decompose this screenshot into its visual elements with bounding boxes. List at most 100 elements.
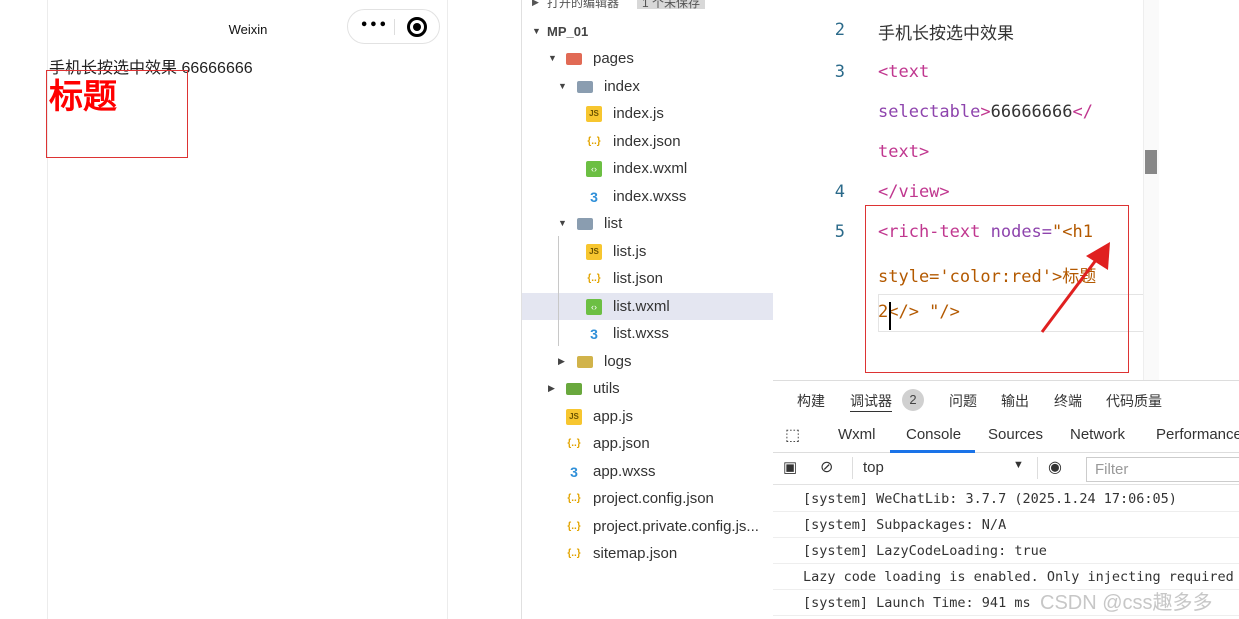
filter-input[interactable]: Filter bbox=[1086, 457, 1239, 482]
tree-indent-guide bbox=[558, 236, 559, 346]
line-number: 2 bbox=[834, 20, 845, 40]
capsule-menu[interactable]: ••• bbox=[347, 9, 440, 44]
tree-item-label: index.wxss bbox=[613, 187, 687, 205]
tab-wxml[interactable]: Wxml bbox=[838, 426, 876, 443]
open-editors-header[interactable]: ▶ 打开的编辑器 1 个未保存 bbox=[522, 0, 773, 14]
eye-icon[interactable]: ◉ bbox=[1048, 457, 1062, 477]
tree-item-index-wxml[interactable]: ‹› index.wxml bbox=[522, 155, 773, 182]
panel-tabs: 构建 调试器 2 问题 输出 终端 代码质量 bbox=[773, 381, 1239, 417]
tree-item-label: list.wxss bbox=[613, 325, 669, 342]
tree-item-label: app.json bbox=[593, 435, 650, 452]
code-line-4[interactable]: </view> bbox=[878, 182, 950, 202]
tab-network[interactable]: Network bbox=[1070, 426, 1125, 443]
project-root[interactable]: ▼ MP_01 bbox=[522, 18, 773, 45]
chevron-right-icon[interactable]: ▶ bbox=[548, 375, 555, 402]
code-text: 66666666 bbox=[990, 102, 1073, 122]
tab-performance[interactable]: Performance bbox=[1156, 426, 1239, 443]
unsaved-badge: 1 个未保存 bbox=[637, 0, 706, 9]
editor-scrollbar[interactable] bbox=[1143, 0, 1159, 380]
chevron-down-icon[interactable]: ▼ bbox=[558, 210, 567, 237]
wxss-file-icon: 3 bbox=[590, 188, 598, 205]
tree-item-project-config-json[interactable]: {..} project.config.json bbox=[522, 485, 773, 512]
wxss-file-icon: 3 bbox=[590, 326, 598, 342]
bottom-panel: 构建 调试器 2 问题 输出 终端 代码质量 ⬚ Wxml Console So… bbox=[773, 380, 1239, 619]
tree-item-label: list.wxml bbox=[613, 297, 670, 315]
tree-item-label: list bbox=[604, 215, 623, 232]
line-number: 4 bbox=[834, 182, 845, 202]
tab-problems[interactable]: 问题 bbox=[949, 391, 977, 411]
code-line-2[interactable]: 手机长按选中效果 bbox=[878, 19, 1014, 44]
tree-item-label: index.json bbox=[613, 132, 681, 150]
more-dots-icon[interactable]: ••• bbox=[360, 18, 388, 34]
chevron-right-icon[interactable]: ▶ bbox=[558, 348, 565, 375]
tab-terminal[interactable]: 终端 bbox=[1054, 391, 1082, 411]
clear-console-icon[interactable]: ⊘ bbox=[820, 457, 833, 477]
line-number: 5 bbox=[834, 222, 845, 242]
context-select[interactable]: top bbox=[863, 459, 884, 476]
phone-screen: Weixin ••• 手机长按选中效果 66666666 标题 bbox=[46, 0, 448, 619]
tree-item-list-js[interactable]: JS list.js bbox=[522, 238, 773, 265]
tree-item-app-json[interactable]: {..} app.json bbox=[522, 430, 773, 457]
tree-item-logs[interactable]: ▶ logs bbox=[522, 348, 773, 375]
devtools-window: Weixin ••• 手机长按选中效果 66666666 标题 ▶ 打开的编辑器… bbox=[0, 0, 1239, 619]
close-target-icon[interactable] bbox=[407, 17, 427, 37]
wxml-file-icon: ‹› bbox=[586, 161, 602, 177]
chevron-right-icon: ▶ bbox=[532, 0, 539, 7]
tab-console[interactable]: Console bbox=[906, 426, 961, 443]
devtools-tabs: ⬚ Wxml Console Sources Network Performan… bbox=[773, 417, 1239, 453]
tree-item-index-json[interactable]: {..} index.json bbox=[522, 128, 773, 155]
tab-build[interactable]: 构建 bbox=[797, 391, 825, 411]
tree-item-list-wxss[interactable]: 3 list.wxss bbox=[522, 320, 773, 347]
tree-item-index-js[interactable]: JS index.js bbox=[522, 100, 773, 127]
line-number: 3 bbox=[834, 62, 845, 82]
chevron-down-icon[interactable]: ▼ bbox=[558, 73, 567, 100]
wxss-file-icon: 3 bbox=[570, 463, 578, 480]
json-file-icon: {..} bbox=[567, 548, 581, 559]
debugger-count-badge: 2 bbox=[902, 389, 924, 411]
tree-item-utils[interactable]: ▶ utils bbox=[522, 375, 773, 402]
tree-item-label: utils bbox=[593, 380, 620, 397]
tree-item-list-json[interactable]: {..} list.json bbox=[522, 265, 773, 292]
tree-item-label: list.js bbox=[613, 242, 647, 260]
chevron-down-icon[interactable]: ▼ bbox=[548, 45, 557, 72]
tab-debugger[interactable]: 调试器 bbox=[850, 391, 892, 411]
tree-item-app-js[interactable]: JS app.js bbox=[522, 403, 773, 430]
capsule-divider bbox=[394, 19, 395, 35]
scrollbar-thumb[interactable] bbox=[1145, 150, 1157, 174]
code-gt: > bbox=[980, 102, 991, 122]
tree-item-app-wxss[interactable]: 3 app.wxss bbox=[522, 458, 773, 485]
open-editors-label: 打开的编辑器 bbox=[547, 0, 620, 10]
code-line-3b[interactable]: selectable>66666666</ bbox=[878, 102, 1093, 122]
tree-item-list[interactable]: ▼ list bbox=[522, 210, 773, 237]
tree-item-label: pages bbox=[593, 50, 634, 67]
tab-sources[interactable]: Sources bbox=[988, 426, 1043, 443]
inspect-element-icon[interactable]: ⬚ bbox=[785, 425, 800, 445]
tree-item-label: app.wxss bbox=[593, 462, 656, 480]
tree-item-label: index.wxml bbox=[613, 160, 688, 177]
sidebar-toggle-icon[interactable]: ▣ bbox=[783, 458, 797, 476]
js-file-icon: JS bbox=[586, 243, 602, 260]
tree-item-pages[interactable]: ▼ pages bbox=[522, 45, 773, 72]
nav-title: Weixin bbox=[228, 22, 268, 37]
json-file-icon: {..} bbox=[567, 438, 581, 449]
tree-item-sitemap-json[interactable]: {..} sitemap.json bbox=[522, 540, 773, 567]
tab-output[interactable]: 输出 bbox=[1001, 391, 1029, 411]
watermark: CSDN @css趣多多 bbox=[1040, 592, 1213, 614]
tree-item-index[interactable]: ▼ index bbox=[522, 73, 773, 100]
code-attr: selectable bbox=[878, 102, 981, 122]
json-file-icon: {..} bbox=[587, 135, 601, 147]
code-line-3a[interactable]: <text bbox=[878, 62, 929, 82]
folder-icon bbox=[577, 218, 593, 230]
toolbar-divider bbox=[852, 457, 853, 479]
dropdown-arrow-icon[interactable]: ▼ bbox=[1013, 459, 1024, 471]
tree-item-index-wxss[interactable]: 3 index.wxss bbox=[522, 183, 773, 210]
file-explorer: ▶ 打开的编辑器 1 个未保存 ▼ MP_01 ▼ pages ▼ index JS inde… bbox=[521, 0, 773, 619]
tree-item-project-private-config-js[interactable]: {..} project.private.config.js... bbox=[522, 513, 773, 540]
rich-text-h1: 标题 bbox=[49, 77, 117, 117]
wxml-file-icon: ‹› bbox=[586, 298, 602, 315]
tab-code-quality[interactable]: 代码质量 bbox=[1106, 391, 1162, 411]
tree-item-label: list.json bbox=[613, 270, 664, 287]
code-close: </ bbox=[1072, 102, 1093, 122]
tree-item-list-wxml[interactable]: ‹› list.wxml bbox=[522, 292, 773, 320]
code-line-3c[interactable]: text> bbox=[878, 142, 929, 162]
